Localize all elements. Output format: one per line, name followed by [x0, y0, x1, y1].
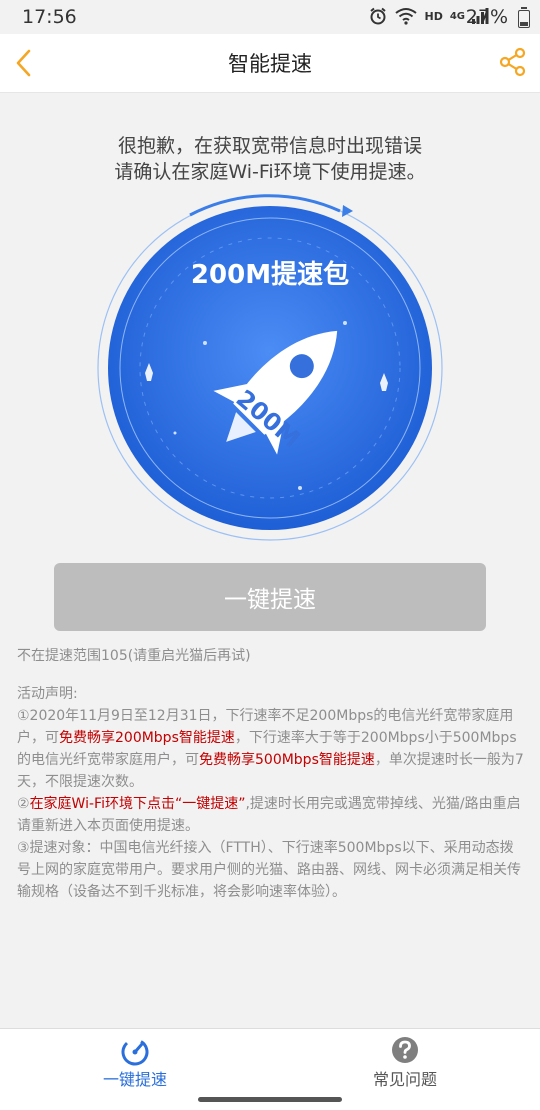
alarm-icon: [370, 7, 387, 25]
package-badge: 200M提速包: [191, 259, 349, 290]
battery-icon: [518, 7, 530, 28]
notice-p1-highlight-2: 免费畅享500Mbps智能提速: [199, 752, 375, 768]
wifi-icon: [395, 8, 418, 25]
nav-bar: 智能提速: [0, 34, 540, 93]
notice-paragraph-3: ③提速对象：中国电信光纤接入（FTTH）、下行速率500Mbps以下、采用动态拨…: [17, 840, 521, 900]
network-type: 4G: [449, 10, 465, 22]
notice-p2-highlight: 在家庭Wi-Fi环境下点击“一键提速”: [29, 796, 246, 812]
share-icon: [499, 47, 526, 77]
error-message: 很抱歉，在获取宽带信息时出现错误 请确认在家庭Wi-Fi环境下使用提速。: [0, 133, 540, 185]
range-status-text: 不在提速范围105(请重启光猫后再试): [17, 648, 251, 664]
bottom-tab-bar: 一键提速 常见问题: [0, 1028, 540, 1089]
status-bar: 17:56 HD 4G 27%: [0, 0, 540, 34]
tab-label: 常见问题: [372, 1070, 437, 1089]
home-indicator[interactable]: [198, 1097, 342, 1102]
tab-label: 一键提速: [102, 1070, 167, 1089]
notice-p2-number: ②: [17, 796, 30, 812]
battery-percent: 27%: [465, 6, 508, 28]
speedometer-icon: [121, 1038, 149, 1066]
error-message-line1: 很抱歉，在获取宽带信息时出现错误: [117, 135, 422, 157]
main-content: 很抱歉，在获取宽带信息时出现错误 请确认在家庭Wi-Fi环境下使用提速。 200…: [0, 93, 540, 1028]
page-title: 智能提速: [228, 52, 312, 76]
hd-indicator: HD: [424, 9, 443, 23]
tab-faq[interactable]: 常见问题: [270, 1029, 540, 1089]
notice-paragraph-1: ①2020年11月9日至12月31日，下行速率不足200Mbps的电信光纤宽带家…: [17, 705, 527, 793]
one-click-speedup-button[interactable]: 一键提速: [54, 563, 486, 631]
share-button[interactable]: [498, 46, 528, 78]
home-indicator-area: [0, 1088, 540, 1110]
activity-notice: 活动声明: ①2020年11月9日至12月31日，下行速率不足200Mbps的电…: [17, 683, 527, 903]
error-message-line2: 请确认在家庭Wi-Fi环境下使用提速。: [114, 161, 426, 183]
notice-heading: 活动声明:: [17, 686, 78, 702]
status-time: 17:56: [22, 6, 77, 28]
notice-paragraph-2: ②在家庭Wi-Fi环境下点击“一键提速”,提速时长用完或遇宽带掉线、光猫/路由重…: [17, 793, 527, 837]
speedup-rocket-illustration: 200M提速包 200M: [97, 194, 443, 541]
notice-p1-highlight-1: 免费畅享200Mbps智能提速: [59, 730, 235, 746]
tab-one-click-speedup[interactable]: 一键提速: [0, 1029, 270, 1089]
question-icon: [392, 1037, 418, 1063]
